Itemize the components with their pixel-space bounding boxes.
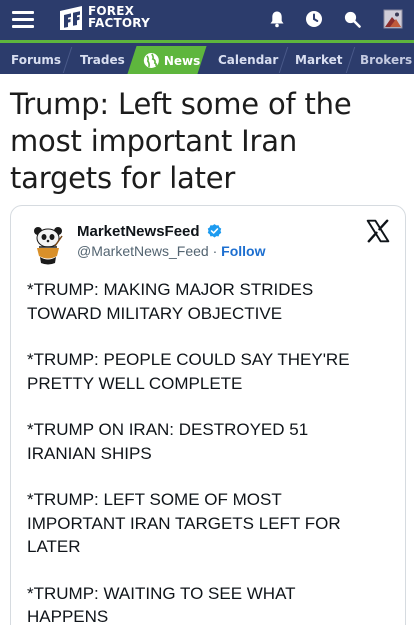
tab-forums[interactable]: Forums	[11, 46, 61, 74]
embedded-tweet[interactable]: MarketNewsFeed @MarketNews_Feed · Follow…	[10, 205, 406, 625]
follow-button[interactable]: Follow	[221, 243, 265, 259]
nav-divider	[278, 47, 289, 73]
article-title: Trump: Left some of the most important I…	[10, 86, 406, 197]
avatar[interactable]	[26, 222, 70, 266]
tweet-line: IRANIAN SHIPS	[27, 443, 152, 463]
tab-trades[interactable]: Trades	[80, 46, 125, 74]
tweet-line: PRETTY WELL COMPLETE	[27, 373, 243, 393]
menu-icon[interactable]	[12, 11, 34, 29]
tab-forums-label: Forums	[11, 53, 62, 67]
tweet-line: LATER	[27, 537, 81, 556]
tweet-line: HAPPENS	[27, 607, 109, 625]
bell-icon[interactable]	[265, 7, 289, 31]
search-icon[interactable]	[340, 7, 364, 31]
tab-market[interactable]: Market	[295, 46, 343, 74]
tab-news[interactable]: News	[127, 46, 207, 74]
article-title-line-1: Trump: Left some of the	[10, 87, 352, 121]
x-logo-icon[interactable]	[365, 218, 391, 244]
tweet-line: *TRUMP: PEOPLE COULD SAY THEY'RE	[27, 350, 350, 369]
nav-divider	[62, 47, 73, 73]
tweet-line: IMPORTANT IRAN TARGETS LEFT FOR	[27, 513, 341, 533]
tweet-line: TOWARD MILITARY OBJECTIVE	[27, 303, 283, 323]
clock-icon[interactable]	[302, 7, 326, 31]
handle-separator: ·	[208, 243, 222, 259]
verified-badge-icon	[207, 224, 222, 238]
tab-news-label: News	[164, 53, 201, 67]
article-title-line-2: most important Iran	[10, 124, 298, 158]
tweet-account-name[interactable]: MarketNewsFeed	[77, 223, 200, 240]
tweet-paragraph: *TRUMP: LEFT SOME OF MOST IMPORTANT IRAN…	[27, 488, 397, 559]
tweet-line: *TRUMP ON IRAN: DESTROYED 51	[27, 420, 309, 439]
tweet-handle[interactable]: @MarketNews_Feed	[77, 243, 209, 259]
main-nav: Forums Trades News Calendar Market Broke…	[0, 40, 414, 74]
top-header: FOREX FACTORY	[0, 0, 414, 40]
profile-icon[interactable]	[381, 7, 405, 31]
panda-avatar-icon	[26, 222, 70, 266]
tab-market-label: Market	[295, 53, 343, 67]
tweet-handle-row: @MarketNews_Feed · Follow	[77, 243, 265, 259]
tab-brokers-label: Brokers	[360, 53, 413, 67]
article-title-line-3: targets for later	[10, 161, 236, 195]
tweet-paragraph: *TRUMP ON IRAN: DESTROYED 51 IRANIAN SHI…	[27, 418, 397, 465]
tweet-text: *TRUMP: MAKING MAJOR STRIDES TOWARD MILI…	[27, 278, 397, 625]
forex-factory-logo[interactable]: FOREX FACTORY	[58, 3, 158, 35]
tweet-line: *TRUMP: MAKING MAJOR STRIDES	[27, 280, 314, 299]
nav-divider	[345, 47, 356, 73]
tab-calendar[interactable]: Calendar	[218, 46, 278, 74]
tweet-paragraph: *TRUMP: MAKING MAJOR STRIDES TOWARD MILI…	[27, 278, 397, 325]
tab-trades-label: Trades	[80, 53, 125, 67]
tweet-line: *TRUMP: LEFT SOME OF MOST	[27, 490, 282, 509]
tab-brokers[interactable]: Brokers	[360, 46, 412, 74]
logo-mark-icon	[60, 6, 82, 30]
tweet-paragraph: *TRUMP: PEOPLE COULD SAY THEY'RE PRETTY …	[27, 348, 397, 395]
tab-calendar-label: Calendar	[218, 53, 279, 67]
tab-news-content: News	[143, 52, 200, 69]
tweet-paragraph: *TRUMP: WAITING TO SEE WHAT HAPPENS	[27, 582, 397, 625]
logo-line-2: FACTORY	[88, 16, 150, 30]
tweet-line: *TRUMP: WAITING TO SEE WHAT	[27, 583, 296, 603]
logo-text: FOREX FACTORY	[88, 5, 150, 29]
globe-icon	[144, 52, 159, 68]
